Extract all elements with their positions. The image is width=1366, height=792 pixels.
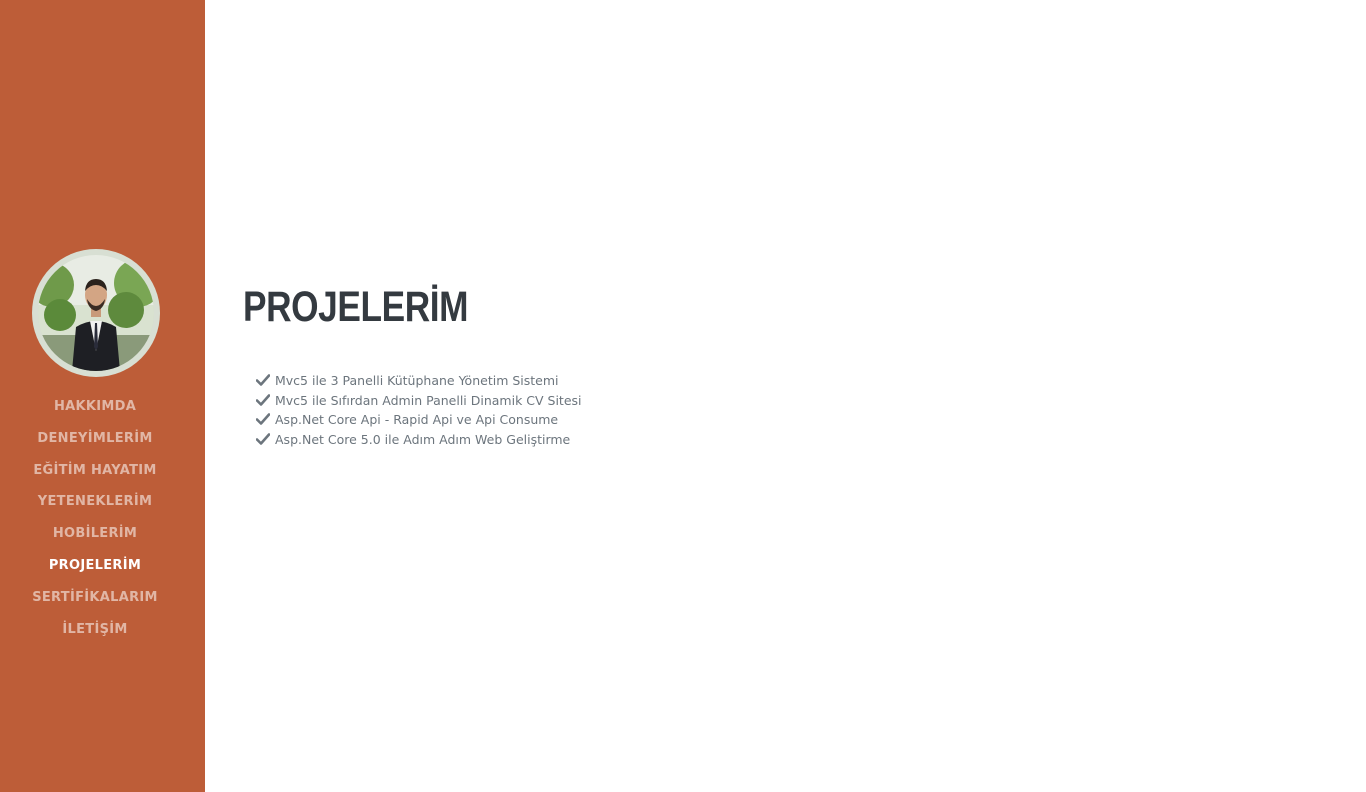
project-list: Mvc5 ile 3 Panelli Kütüphane Yönetim Sis…: [256, 371, 582, 449]
nav-item-projelerim: PROJELERİM: [0, 549, 190, 581]
nav-link-sertifikalarim[interactable]: SERTİFİKALARIM: [32, 590, 158, 605]
nav-link-egitim-hayatim[interactable]: EĞİTİM HAYATIM: [33, 463, 156, 478]
nav-link-projelerim[interactable]: PROJELERİM: [49, 558, 141, 573]
check-icon: [256, 413, 270, 425]
nav-item-egitim-hayatim: EĞİTİM HAYATIM: [0, 454, 190, 486]
nav-link-hobilerim[interactable]: HOBİLERİM: [53, 526, 137, 541]
nav-item-yeteneklerim: YETENEKLERİM: [0, 485, 190, 517]
nav-item-sertifikalarim: SERTİFİKALARIM: [0, 581, 190, 613]
nav-link-deneyimlerim[interactable]: DENEYİMLERİM: [37, 431, 152, 446]
profile-avatar: [32, 249, 160, 377]
project-item: Mvc5 ile 3 Panelli Kütüphane Yönetim Sis…: [256, 371, 582, 391]
project-text: Mvc5 ile Sıfırdan Admin Panelli Dinamik …: [275, 392, 582, 408]
sidebar: HAKKIMDA DENEYİMLERİM EĞİTİM HAYATIM YET…: [0, 0, 205, 792]
project-item: Asp.Net Core Api - Rapid Api ve Api Cons…: [256, 410, 582, 430]
nav-item-iletisim: İLETİŞİM: [0, 613, 190, 645]
project-text: Mvc5 ile 3 Panelli Kütüphane Yönetim Sis…: [275, 373, 559, 388]
nav-menu: HAKKIMDA DENEYİMLERİM EĞİTİM HAYATIM YET…: [0, 390, 190, 644]
nav-item-hobilerim: HOBİLERİM: [0, 517, 190, 549]
nav-item-hakkimda: HAKKIMDA: [0, 390, 190, 422]
project-text: Asp.Net Core 5.0 ile Adım Adım Web Geliş…: [275, 431, 571, 447]
section-title: PROJELERİM: [243, 283, 469, 331]
main-content: PROJELERİM Mvc5 ile 3 Panelli Kütüphane …: [205, 0, 1366, 792]
nav-link-iletisim[interactable]: İLETİŞİM: [62, 622, 127, 637]
nav-link-yeteneklerim[interactable]: YETENEKLERİM: [38, 494, 152, 509]
project-item: Mvc5 ile Sıfırdan Admin Panelli Dinamik …: [256, 391, 582, 411]
check-icon: [256, 393, 270, 406]
nav-link-hakkimda[interactable]: HAKKIMDA: [54, 399, 136, 414]
project-item: Asp.Net Core 5.0 ile Adım Adım Web Geliş…: [256, 430, 582, 450]
nav-item-deneyimlerim: DENEYİMLERİM: [0, 422, 190, 454]
project-text: Asp.Net Core Api - Rapid Api ve Api Cons…: [275, 412, 559, 427]
check-icon: [256, 374, 270, 386]
profile-photo: [38, 255, 154, 371]
check-icon: [256, 432, 270, 445]
